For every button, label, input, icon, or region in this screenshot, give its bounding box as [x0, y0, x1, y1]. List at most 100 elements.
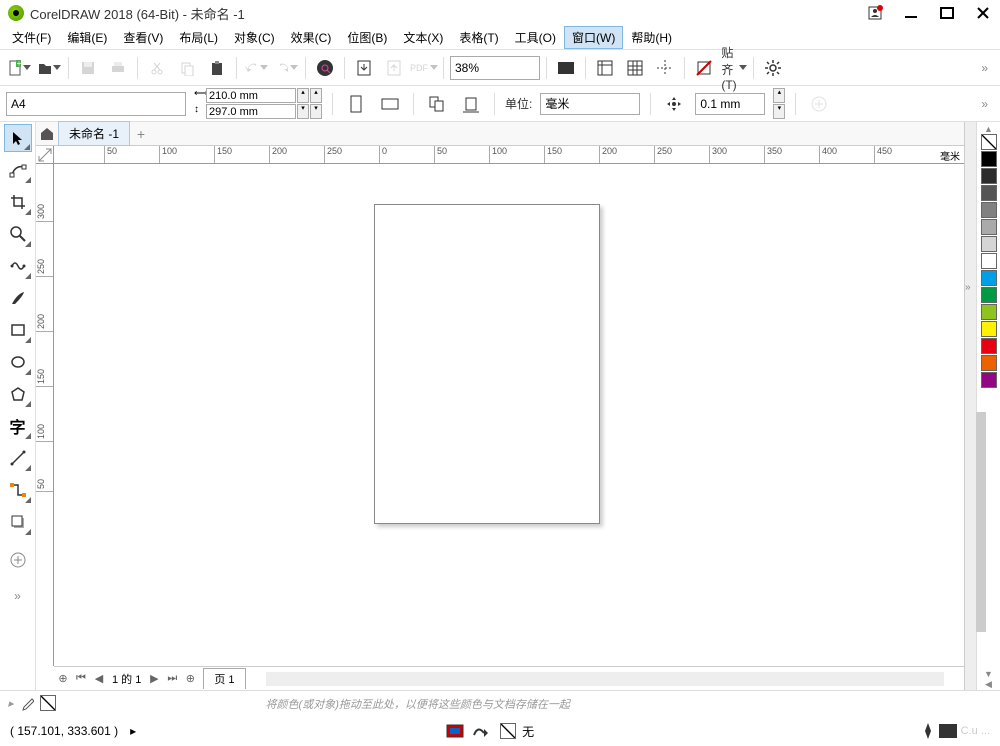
- v-scrollbar[interactable]: »: [964, 122, 976, 690]
- page-tab[interactable]: 页 1: [203, 668, 245, 689]
- fill-indicator-icon[interactable]: [446, 724, 464, 738]
- portrait-button[interactable]: [343, 91, 369, 117]
- color-swatch[interactable]: [981, 219, 997, 235]
- next-page[interactable]: ▶: [145, 670, 163, 688]
- rectangle-tool[interactable]: [4, 316, 32, 344]
- minimize-button[interactable]: [902, 4, 920, 22]
- grid-button[interactable]: [622, 55, 648, 81]
- current-page-button[interactable]: [458, 91, 484, 117]
- color-swatch[interactable]: [981, 304, 997, 320]
- menu-window[interactable]: 窗口(W): [564, 26, 623, 49]
- page-height-input[interactable]: [206, 104, 296, 119]
- menu-layout[interactable]: 布局(L): [171, 26, 226, 49]
- no-color-swatch[interactable]: [981, 134, 997, 150]
- first-page[interactable]: ⏮: [72, 670, 90, 688]
- fullscreen-button[interactable]: [553, 55, 579, 81]
- canvas[interactable]: [54, 164, 964, 666]
- pdf-button[interactable]: PDF: [411, 55, 437, 81]
- palette-menu[interactable]: ▸: [8, 697, 14, 710]
- add-tab-button[interactable]: +: [130, 124, 152, 144]
- color-swatch[interactable]: [981, 372, 997, 388]
- menu-effects[interactable]: 效果(C): [283, 26, 340, 49]
- h-scrollbar[interactable]: [266, 672, 944, 686]
- color-swatch[interactable]: [981, 270, 997, 286]
- artistic-media-tool[interactable]: [4, 284, 32, 312]
- transparency-tool[interactable]: [4, 546, 32, 574]
- user-button[interactable]: [866, 4, 884, 22]
- menu-help[interactable]: 帮助(H): [623, 26, 680, 49]
- rulers-button[interactable]: [592, 55, 618, 81]
- crop-tool[interactable]: [4, 188, 32, 216]
- polygon-tool[interactable]: [4, 380, 32, 408]
- save-button[interactable]: [75, 55, 101, 81]
- color-swatch[interactable]: [981, 338, 997, 354]
- add-page-before[interactable]: ⊕: [54, 670, 72, 688]
- maximize-button[interactable]: [938, 4, 956, 22]
- import-button[interactable]: [351, 55, 377, 81]
- ruler-vertical[interactable]: 30025020015010050: [36, 164, 54, 666]
- prev-page[interactable]: ◀: [90, 670, 108, 688]
- close-button[interactable]: [974, 4, 992, 22]
- zoom-select[interactable]: [450, 56, 540, 80]
- document-tab[interactable]: 未命名 -1: [58, 121, 130, 146]
- toolbox-overflow[interactable]: »: [4, 582, 32, 610]
- paste-button[interactable]: [204, 55, 230, 81]
- drop-shadow-tool[interactable]: [4, 508, 32, 536]
- new-button[interactable]: +: [6, 55, 32, 81]
- snap-to-button[interactable]: 贴齐(T): [721, 55, 747, 81]
- ruler-horizontal[interactable]: 5010015020025005010015020025030035040045…: [54, 146, 964, 164]
- status-color[interactable]: [939, 724, 957, 738]
- color-swatch[interactable]: [981, 287, 997, 303]
- duplicate-distance-button[interactable]: [806, 91, 832, 117]
- color-swatch[interactable]: [981, 355, 997, 371]
- ellipse-tool[interactable]: [4, 348, 32, 376]
- menu-text[interactable]: 文本(X): [395, 26, 451, 49]
- all-pages-button[interactable]: [424, 91, 450, 117]
- connector-tool[interactable]: [4, 476, 32, 504]
- color-swatch[interactable]: [981, 321, 997, 337]
- page-size-select[interactable]: [6, 92, 186, 116]
- print-button[interactable]: [105, 55, 131, 81]
- unit-select[interactable]: [540, 93, 640, 115]
- shape-tool[interactable]: [4, 156, 32, 184]
- text-tool[interactable]: 字: [4, 412, 32, 440]
- home-icon[interactable]: [36, 123, 58, 145]
- palette-down[interactable]: ▼: [984, 669, 993, 679]
- color-swatch[interactable]: [981, 151, 997, 167]
- propbar-overflow[interactable]: »: [975, 97, 994, 111]
- cut-button[interactable]: [144, 55, 170, 81]
- undo-button[interactable]: [243, 55, 269, 81]
- outline-indicator-icon[interactable]: [470, 723, 494, 739]
- nudge-input[interactable]: [695, 93, 765, 115]
- color-swatch[interactable]: [981, 253, 997, 269]
- landscape-button[interactable]: [377, 91, 403, 117]
- export-button[interactable]: [381, 55, 407, 81]
- menu-edit[interactable]: 编辑(E): [59, 26, 115, 49]
- last-page[interactable]: ⏭: [163, 670, 181, 688]
- eyedropper-icon[interactable]: [20, 697, 34, 711]
- menu-tools[interactable]: 工具(O): [507, 26, 564, 49]
- color-swatch[interactable]: [981, 185, 997, 201]
- page-width-input[interactable]: [206, 88, 296, 103]
- toolbar-overflow[interactable]: »: [975, 61, 994, 75]
- guides-button[interactable]: [652, 55, 678, 81]
- options-button[interactable]: [760, 55, 786, 81]
- zoom-tool[interactable]: [4, 220, 32, 248]
- palette-up[interactable]: ▲: [984, 124, 993, 134]
- menu-view[interactable]: 查看(V): [115, 26, 171, 49]
- color-swatch[interactable]: [981, 202, 997, 218]
- menu-bitmap[interactable]: 位图(B): [339, 26, 395, 49]
- menu-object[interactable]: 对象(C): [226, 26, 283, 49]
- copy-button[interactable]: [174, 55, 200, 81]
- color-swatch[interactable]: [981, 168, 997, 184]
- freehand-tool[interactable]: [4, 252, 32, 280]
- width-spin[interactable]: ▴: [297, 88, 309, 103]
- menu-table[interactable]: 表格(T): [451, 26, 506, 49]
- add-page-after[interactable]: ⊕: [181, 670, 199, 688]
- menu-file[interactable]: 文件(F): [4, 26, 59, 49]
- palette-flyout[interactable]: ◀: [985, 679, 992, 690]
- doc-no-color[interactable]: [40, 695, 56, 711]
- ruler-origin[interactable]: [36, 146, 54, 164]
- parallel-dim-tool[interactable]: [4, 444, 32, 472]
- open-button[interactable]: [36, 55, 62, 81]
